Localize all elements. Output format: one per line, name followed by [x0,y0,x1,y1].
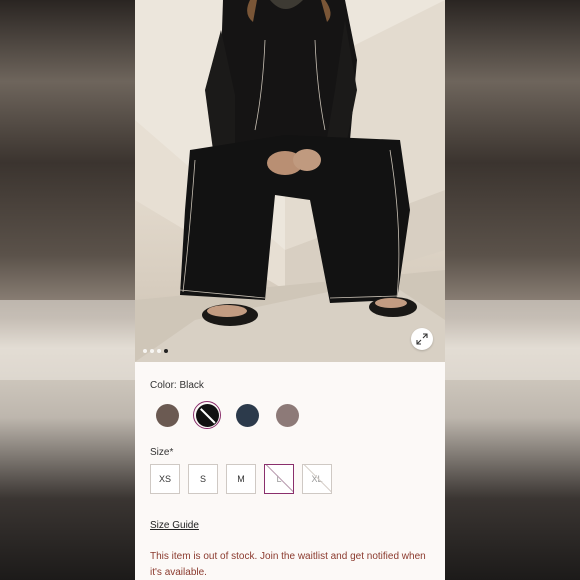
carousel-dot[interactable] [157,349,161,353]
expand-arrows-icon [416,333,428,345]
swatch-brown[interactable] [153,401,181,429]
product-image[interactable] [135,0,445,362]
unavailable-cross [265,465,293,493]
swatch-navy-fill [235,403,259,427]
swatch-black[interactable] [193,401,221,429]
product-page: Color: Black Size* XS S M L XL Size Guid… [135,0,445,580]
size-options: XS S M L XL [150,464,332,494]
out-of-stock-message: This item is out of stock. Join the wait… [150,551,426,578]
product-photo-illustration [135,0,445,362]
carousel-dot-active[interactable] [164,349,168,353]
size-xs-button[interactable]: XS [150,464,180,494]
size-m-label: M [237,474,245,484]
size-label: Size* [150,447,174,458]
swatch-mauve[interactable] [273,401,301,429]
carousel-dot[interactable] [150,349,154,353]
color-swatches [153,401,301,429]
carousel-dots[interactable] [143,349,168,353]
unavailable-cross [303,465,331,493]
swatch-mauve-fill [275,403,299,427]
size-guide-link[interactable]: Size Guide [150,520,199,531]
color-label: Color: Black [150,380,204,391]
size-xs-label: XS [158,474,171,484]
size-xl-button[interactable]: XL [302,464,332,494]
carousel-dot[interactable] [143,349,147,353]
size-l-button[interactable]: L [264,464,294,494]
size-m-button[interactable]: M [226,464,256,494]
swatch-navy[interactable] [233,401,261,429]
size-s-button[interactable]: S [188,464,218,494]
size-s-label: S [199,474,206,484]
swatch-brown-fill [155,403,179,427]
expand-image-button[interactable] [411,328,433,350]
